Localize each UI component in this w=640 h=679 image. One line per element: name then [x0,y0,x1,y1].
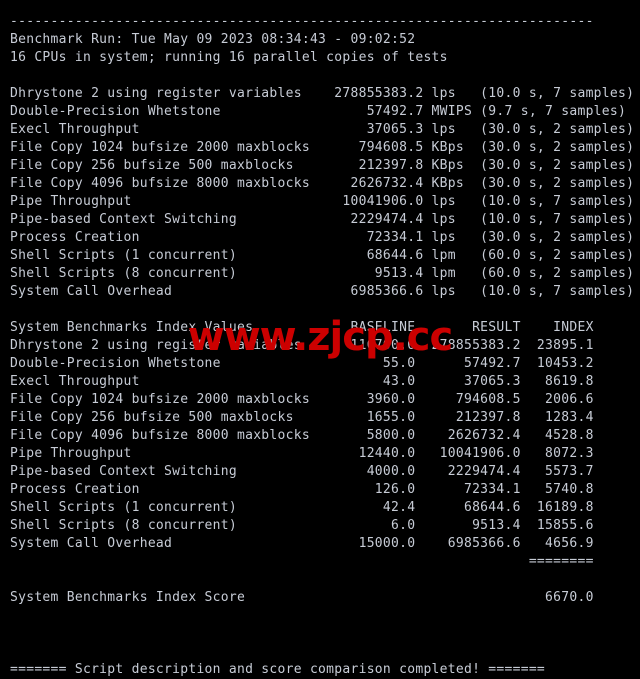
terminal-output: ----------------------------------------… [10,14,635,677]
terminal-window: ----------------------------------------… [0,0,640,677]
